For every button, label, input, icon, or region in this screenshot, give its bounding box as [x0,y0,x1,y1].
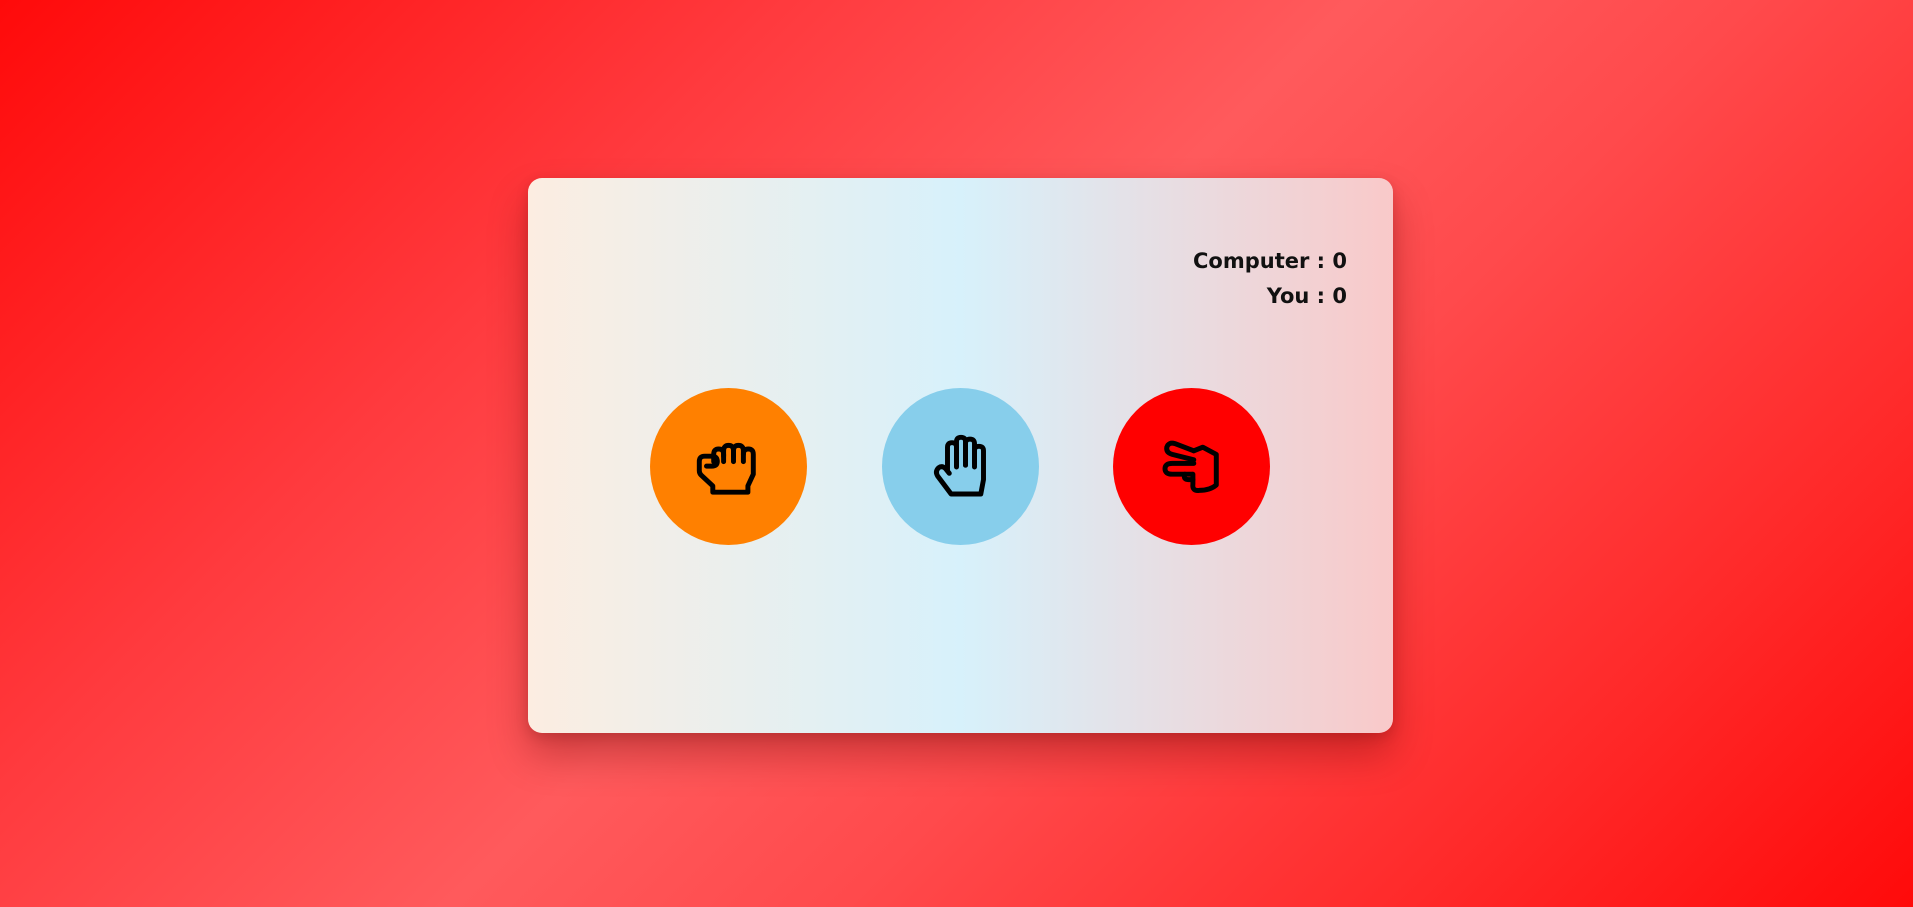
computer-score-value: 0 [1332,249,1347,273]
score-separator: : [1309,284,1333,308]
you-score-label: You [1266,284,1310,308]
paper-button[interactable] [882,388,1039,545]
you-score-line: You : 0 [1193,279,1347,314]
hand-fist-icon [684,422,774,512]
you-score-value: 0 [1332,284,1347,308]
hand-scissors-icon [1147,422,1237,512]
computer-score-line: Computer : 0 [1193,244,1347,279]
scissors-button[interactable] [1113,388,1270,545]
score-separator: : [1309,249,1333,273]
hand-open-icon [916,422,1006,512]
scoreboard: Computer : 0 You : 0 [1193,244,1347,314]
rock-button[interactable] [650,388,807,545]
game-card: Computer : 0 You : 0 [528,178,1393,733]
computer-score-label: Computer [1193,249,1310,273]
